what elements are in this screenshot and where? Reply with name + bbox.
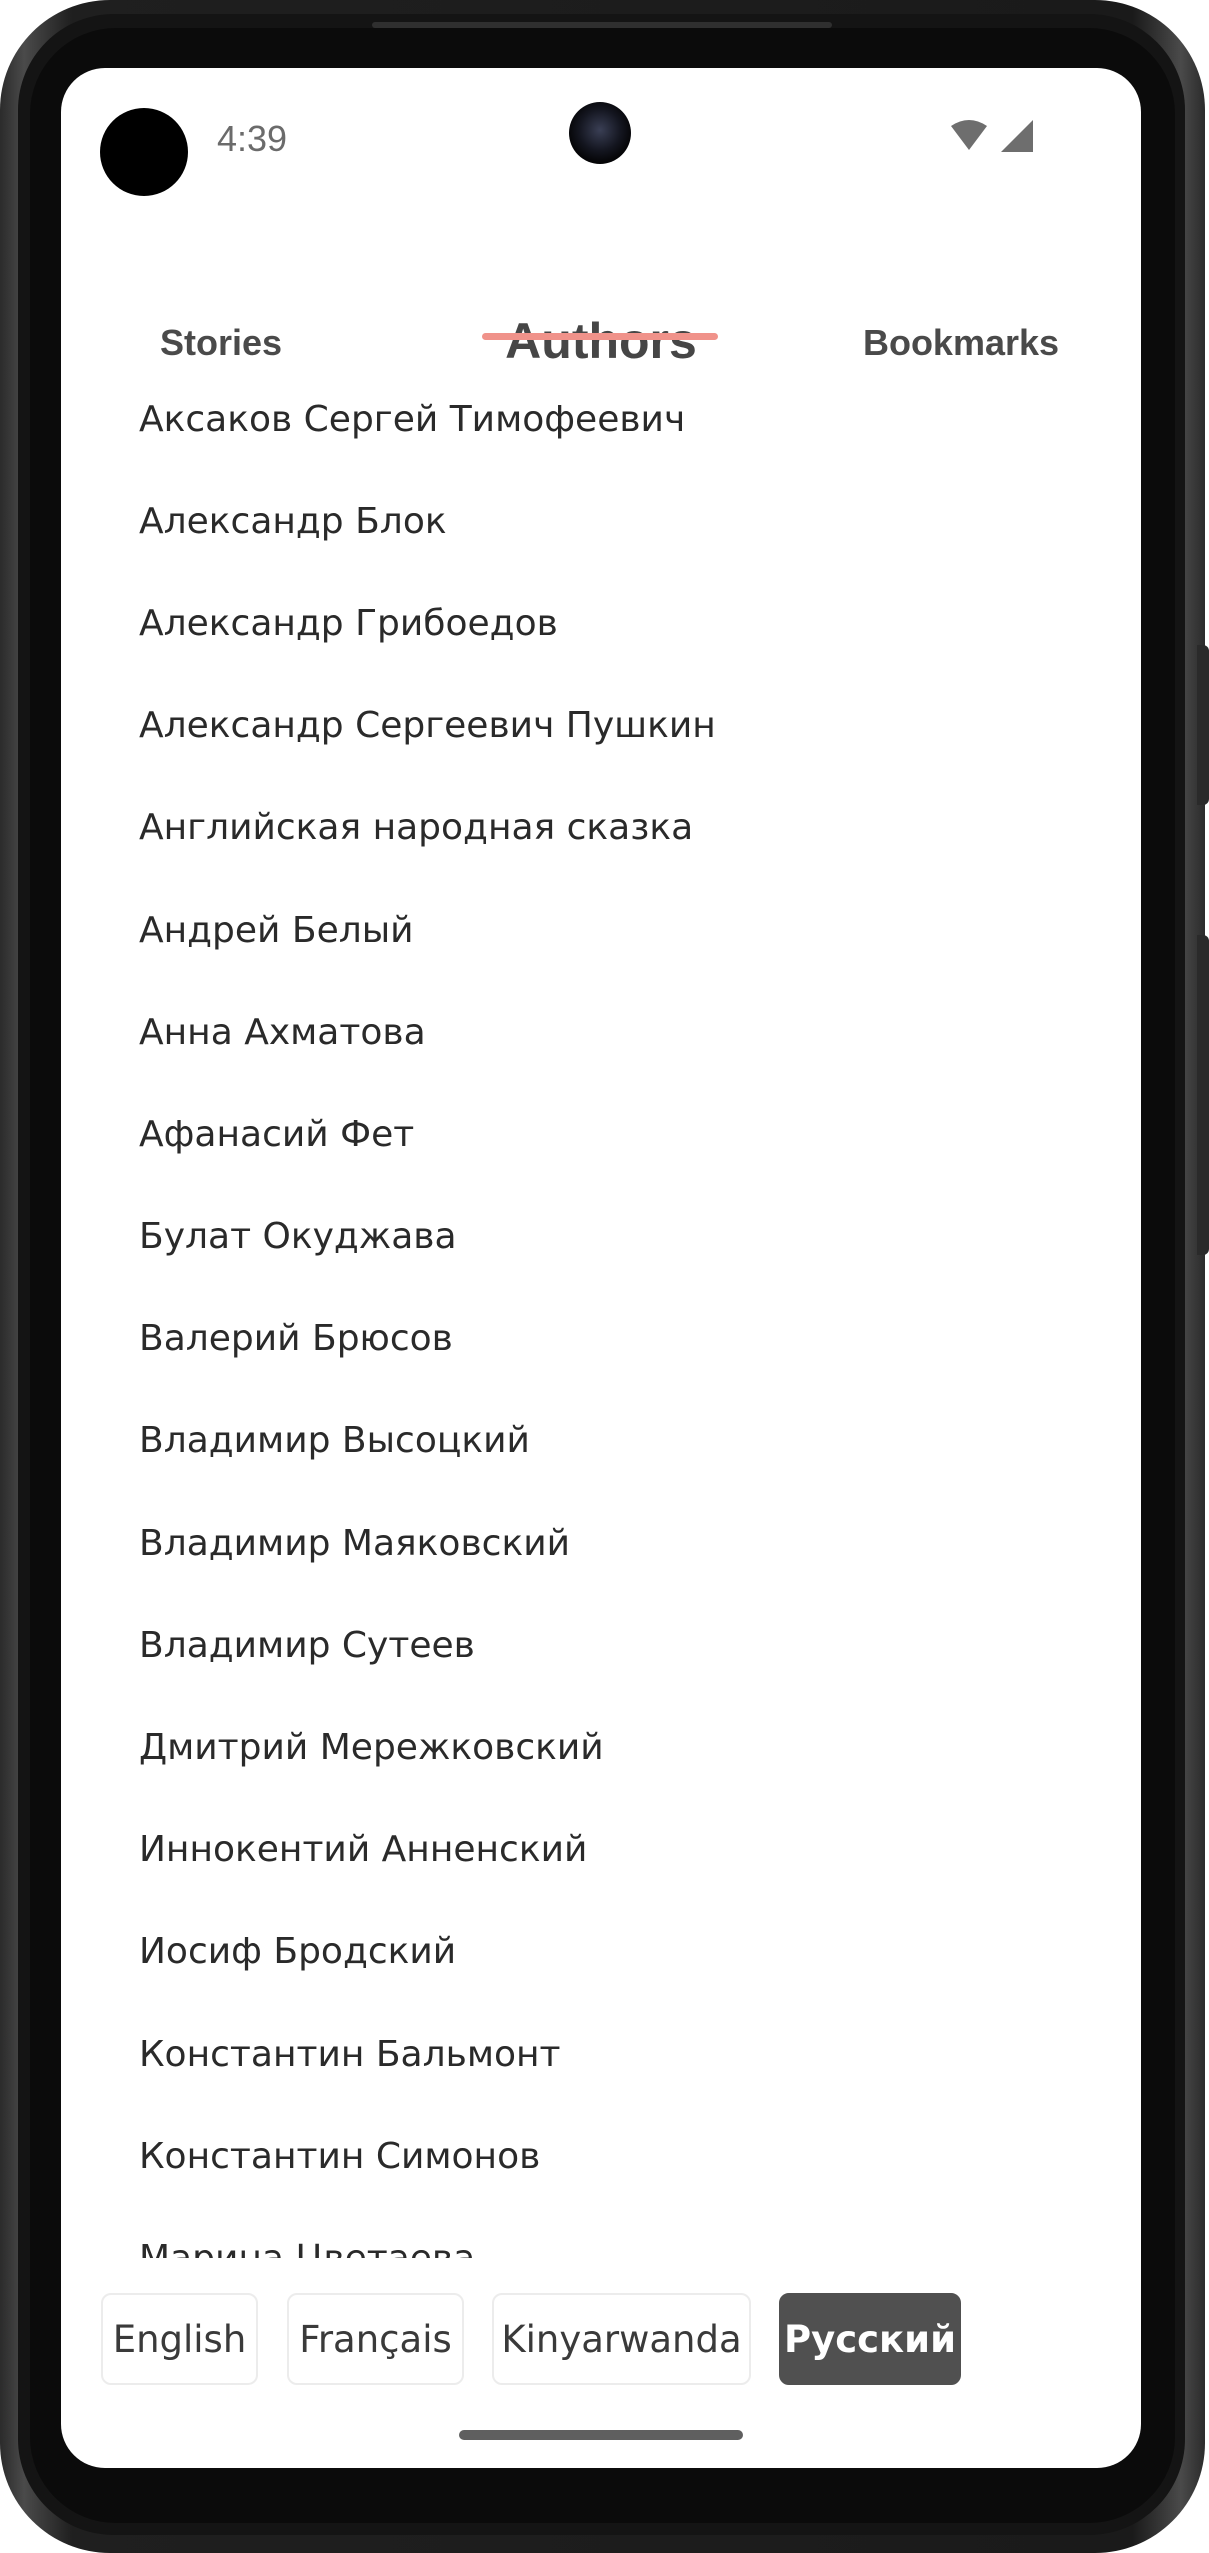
author-list-item[interactable]: Константин Симонов [61,2105,1141,2207]
status-time: 4:39 [217,118,288,159]
author-list-item[interactable]: Валерий Брюсов [61,1288,1141,1390]
app-screen: 4:39 Stories Authors Bookmarks Аксаков С… [61,68,1141,2468]
speaker-slot [372,22,832,28]
home-indicator[interactable] [459,2430,743,2440]
author-list-item[interactable]: Английская народная сказка [61,777,1141,879]
tab-authors[interactable]: Authors [481,312,721,370]
status-icons [949,118,1041,160]
author-list-item[interactable]: Александр Блок [61,470,1141,572]
notification-dot [100,108,188,196]
tab-bookmarks[interactable]: Bookmarks [851,322,1071,364]
author-list-item[interactable]: Афанасий Фет [61,1083,1141,1185]
power-button [1197,935,1209,1255]
author-list-item[interactable]: Александр Грибоедов [61,572,1141,674]
author-list-item[interactable]: Иосиф Бродский [61,1901,1141,2003]
author-list-item[interactable]: Марина Цветаева [61,2207,1141,2258]
author-list[interactable]: Аксаков Сергей Тимофеевич Александр Блок… [61,368,1141,2258]
author-list-item[interactable]: Анна Ахматова [61,981,1141,1083]
author-list-item[interactable]: Владимир Высоцкий [61,1390,1141,1492]
author-list-item[interactable]: Владимир Сутеев [61,1594,1141,1696]
language-button-russian[interactable]: Русский [779,2293,961,2385]
author-list-item[interactable]: Иннокентий Анненский [61,1799,1141,1901]
author-list-item[interactable]: Владимир Маяковский [61,1492,1141,1594]
cellular-signal-icon [1001,120,1033,152]
tab-stories[interactable]: Stories [141,322,301,364]
front-camera [569,102,631,164]
wifi-icon [951,120,987,150]
author-list-item[interactable]: Аксаков Сергей Тимофеевич [61,368,1141,470]
author-list-item[interactable]: Александр Сергеевич Пушкин [61,675,1141,777]
author-list-item[interactable]: Булат Окуджава [61,1186,1141,1288]
device-frame: 4:39 Stories Authors Bookmarks Аксаков С… [0,0,1209,2553]
tab-bar: Stories Authors Bookmarks [61,248,1141,369]
language-button-french[interactable]: Français [287,2293,464,2385]
author-list-item[interactable]: Андрей Белый [61,879,1141,981]
language-button-kinyarwanda[interactable]: Kinyarwanda [492,2293,751,2385]
author-list-item[interactable]: Дмитрий Мережковский [61,1696,1141,1798]
author-list-item[interactable]: Константин Бальмонт [61,2003,1141,2105]
tab-selected-indicator [482,333,718,340]
language-selector: English Français Kinyarwanda Русский [61,2293,1141,2393]
language-button-english[interactable]: English [101,2293,258,2385]
volume-button [1197,645,1209,805]
